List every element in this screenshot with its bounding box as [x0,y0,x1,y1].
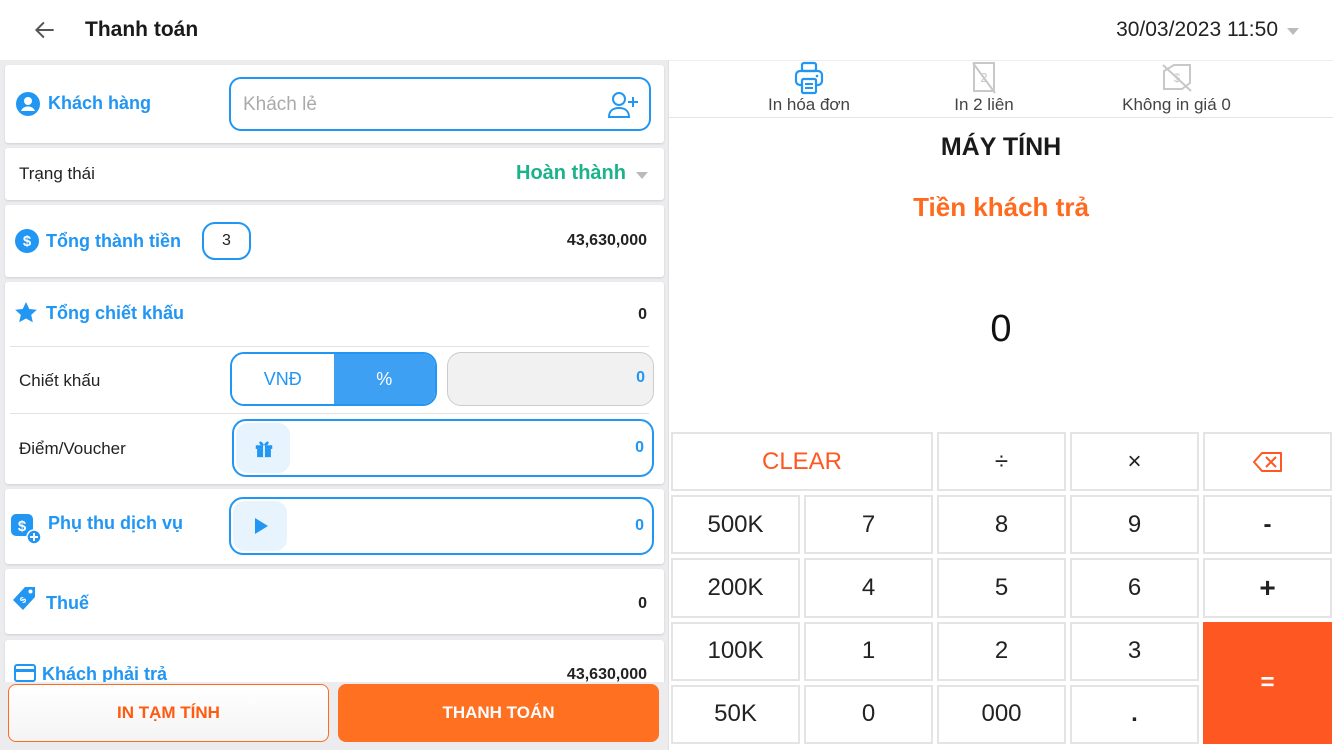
key-0[interactable]: 0 [804,684,933,744]
print-options-bar: In hóa đơn 2 In 2 liên $ Không in giá 0 [669,60,1333,118]
key-4[interactable]: 4 [804,558,933,618]
calculator-panel: In hóa đơn 2 In 2 liên $ Không in giá 0 … [668,60,1333,750]
backspace-icon [1252,451,1282,472]
print-temp-button[interactable]: IN TẠM TÍNH [8,684,329,742]
printer-icon [794,61,824,95]
customer-card: Khách hàng [5,65,664,143]
key-6[interactable]: 6 [1070,558,1199,618]
customer-label: Khách hàng [48,93,152,113]
voucher-label: Điểm/Voucher [19,439,126,458]
discount-total-label: Tổng chiết khấu [46,303,185,323]
tax-card: $ Thuế 0 [5,569,664,634]
calculator-keypad: CLEAR ÷ × 500K 7 8 9 - 200K 4 5 6 + 100K… [671,432,1332,744]
calculator-subtitle: Tiền khách trả [913,192,1089,222]
action-bar: IN TẠM TÍNH THANH TOÁN [0,682,668,750]
pay-button[interactable]: THANH TOÁN [338,684,659,742]
service-fee-label: Phụ thu dịch vụ [48,513,183,533]
discount-input[interactable]: 0 [447,352,654,406]
key-backspace[interactable] [1203,432,1332,492]
print-option-label: Không in giá 0 [1122,95,1231,114]
calculator-title: MÁY TÍNH [940,133,1062,161]
dollar-icon: $ [15,229,39,253]
svg-text:$: $ [23,233,32,250]
subtotal-label: Tổng thành tiền [46,231,181,251]
print-option-invoice[interactable]: In hóa đơn [749,61,869,119]
key-9[interactable]: 9 [1070,495,1199,555]
service-fee-value: 0 [635,517,644,534]
key-8[interactable]: 8 [937,495,1066,555]
service-fee-play-button[interactable] [233,501,287,551]
discount-total-value: 0 [638,306,647,323]
service-fee-card: $ Phụ thu dịch vụ 0 [5,489,664,564]
key-000[interactable]: 000 [937,684,1066,744]
unit-vnd-option[interactable]: VNĐ [232,354,334,404]
key-5[interactable]: 5 [937,558,1066,618]
calculator-display: 0 [990,308,1012,350]
discount-value: 0 [636,369,645,386]
voucher-input[interactable]: 0 [232,419,654,477]
status-dropdown[interactable]: Hoàn thành [516,162,626,185]
print-option-hide-zero-price[interactable]: $ Không in giá 0 [1099,61,1254,119]
key-1[interactable]: 1 [804,621,933,681]
customer-input[interactable] [243,91,583,119]
back-arrow-icon[interactable] [32,17,58,43]
service-fee-icon: $ [11,514,42,545]
payment-summary-panel: Khách hàng Trạng thái Hoàn thành $ Tổng … [0,60,668,750]
credit-card-icon [14,664,36,682]
chevron-down-icon[interactable] [1287,28,1299,35]
status-card: Trạng thái Hoàn thành [5,148,664,200]
subtotal-card: $ Tổng thành tiền 3 43,630,000 [5,205,664,277]
top-bar: Thanh toán 30/03/2023 11:50 [0,0,1333,60]
datetime-picker[interactable]: 30/03/2023 11:50 [1116,18,1278,42]
key-100k[interactable]: 100K [671,621,800,681]
print-option-label: In 2 liên [954,95,1014,114]
chevron-down-icon[interactable] [636,172,648,179]
key-equals[interactable]: = [1203,621,1332,744]
star-icon [15,302,37,323]
key-dot[interactable]: . [1070,684,1199,744]
page-title: Thanh toán [85,18,199,41]
key-500k[interactable]: 500K [671,495,800,555]
key-2[interactable]: 2 [937,621,1066,681]
discount-unit-toggle[interactable]: VNĐ % [230,352,437,406]
tag-icon: $ [13,587,35,610]
copy-off-icon: 2 [972,62,996,94]
key-plus[interactable]: + [1203,558,1332,618]
discount-label: Chiết khấu [19,371,101,390]
key-3[interactable]: 3 [1070,621,1199,681]
add-user-icon[interactable] [607,91,639,119]
item-count-badge: 3 [202,222,251,260]
divider [10,346,649,347]
key-multiply[interactable]: × [1070,432,1199,492]
play-icon [255,518,268,534]
print-option-label: In hóa đơn [767,95,851,114]
subtotal-value: 43,630,000 [566,232,647,249]
key-divide[interactable]: ÷ [937,432,1066,492]
status-label: Trạng thái [19,164,95,183]
customer-field[interactable] [229,77,651,131]
user-icon [16,92,40,116]
key-7[interactable]: 7 [804,495,933,555]
voucher-value: 0 [635,439,644,456]
print-option-two-copies[interactable]: 2 In 2 liên [934,61,1034,119]
tax-label: Thuế [46,593,89,613]
svg-text:$: $ [18,518,27,535]
service-fee-input[interactable]: 0 [229,497,654,555]
key-minus[interactable]: - [1203,495,1332,555]
discount-card: Tổng chiết khấu 0 Chiết khấu VNĐ % 0 Điể… [5,282,664,484]
gift-icon [255,441,273,458]
voucher-icon-button[interactable] [236,423,290,473]
key-200k[interactable]: 200K [671,558,800,618]
price-off-icon: $ [1161,64,1192,92]
divider [10,413,649,414]
unit-percent-option[interactable]: % [333,354,435,404]
key-50k[interactable]: 50K [671,684,800,744]
tax-value: 0 [638,595,647,612]
key-clear[interactable]: CLEAR [671,432,933,492]
